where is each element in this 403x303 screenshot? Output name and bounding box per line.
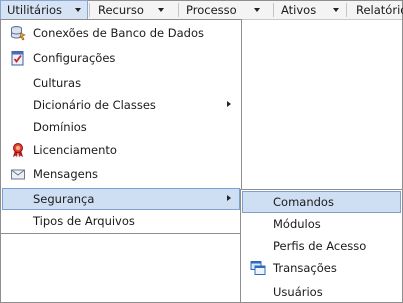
menu-item-dominios[interactable]: Domínios [2,116,240,138]
menu-item-label: Licenciamento [33,143,117,157]
utilitarios-dropdown-menu: Conexões de Banco de Dados Configurações… [0,19,242,234]
menubar-recurso-label: Recurso [98,3,144,17]
windows-stack-icon [250,261,266,275]
database-connection-icon [11,26,26,41]
submenu-item-label: Módulos [273,217,321,231]
menubar-relatorios[interactable]: Relatórios [349,1,403,19]
submenu-item-label: Usuários [273,285,323,299]
submenu-item-comandos[interactable]: Comandos [242,191,401,213]
chevron-down-icon [158,8,164,12]
envelope-icon [11,169,25,180]
menu-item-label: Dicionário de Classes [33,98,156,112]
menubar-processo-label: Processo [186,3,237,17]
menu-item-licenciamento[interactable]: Licenciamento [2,139,240,161]
menu-item-label: Tipos de Arquivos [33,214,135,228]
menu-item-mensagens[interactable]: Mensagens [2,163,240,185]
submenu-item-perfis-de-acesso[interactable]: Perfis de Acesso [242,235,401,257]
menubar-recurso[interactable]: Recurso [91,1,171,19]
menu-item-label: Mensagens [33,167,98,181]
menu-item-seguranca[interactable]: Segurança [2,188,240,210]
chevron-down-icon [254,8,260,12]
menu-bar: Utilitários Recurso Processo Ativos Rela… [0,0,403,20]
chevron-right-icon [227,101,231,107]
submenu-item-usuarios[interactable]: Usuários [242,281,401,303]
menubar-utilitarios[interactable]: Utilitários [0,0,88,20]
menu-item-label: Culturas [33,76,82,90]
chevron-down-icon [75,8,81,12]
menu-item-label: Domínios [33,120,87,134]
menu-item-tipos-de-arquivos[interactable]: Tipos de Arquivos [2,210,240,232]
menu-item-configuracoes[interactable]: Configurações [2,47,240,69]
submenu-item-label: Transações [273,261,337,275]
menubar-utilitarios-label: Utilitários [7,3,63,17]
menubar-relatorios-label: Relatórios [356,3,403,17]
seguranca-submenu: Comandos Módulos Perfis de Acesso Transa… [240,189,403,303]
menubar-processo[interactable]: Processo [179,1,269,19]
menubar-ativos-label: Ativos [281,3,317,17]
chevron-down-icon [333,8,339,12]
menu-item-dicionario-de-classes[interactable]: Dicionário de Classes [2,94,240,116]
checklist-icon [11,51,24,66]
menu-item-label: Conexões de Banco de Dados [33,26,204,40]
menu-item-culturas[interactable]: Culturas [2,72,240,94]
submenu-item-modulos[interactable]: Módulos [242,213,401,235]
award-ribbon-icon [13,143,23,158]
menubar-ativos[interactable]: Ativos [274,1,342,19]
menu-item-label: Configurações [33,51,116,65]
submenu-item-transacoes[interactable]: Transações [242,257,401,279]
menu-item-label: Segurança [33,192,95,206]
chevron-right-icon [227,195,231,201]
menubar-separator [89,3,90,17]
menu-item-conexoes[interactable]: Conexões de Banco de Dados [2,22,240,44]
menubar-separator [346,3,347,17]
submenu-item-label: Perfis de Acesso [273,239,367,253]
submenu-item-label: Comandos [273,195,334,209]
